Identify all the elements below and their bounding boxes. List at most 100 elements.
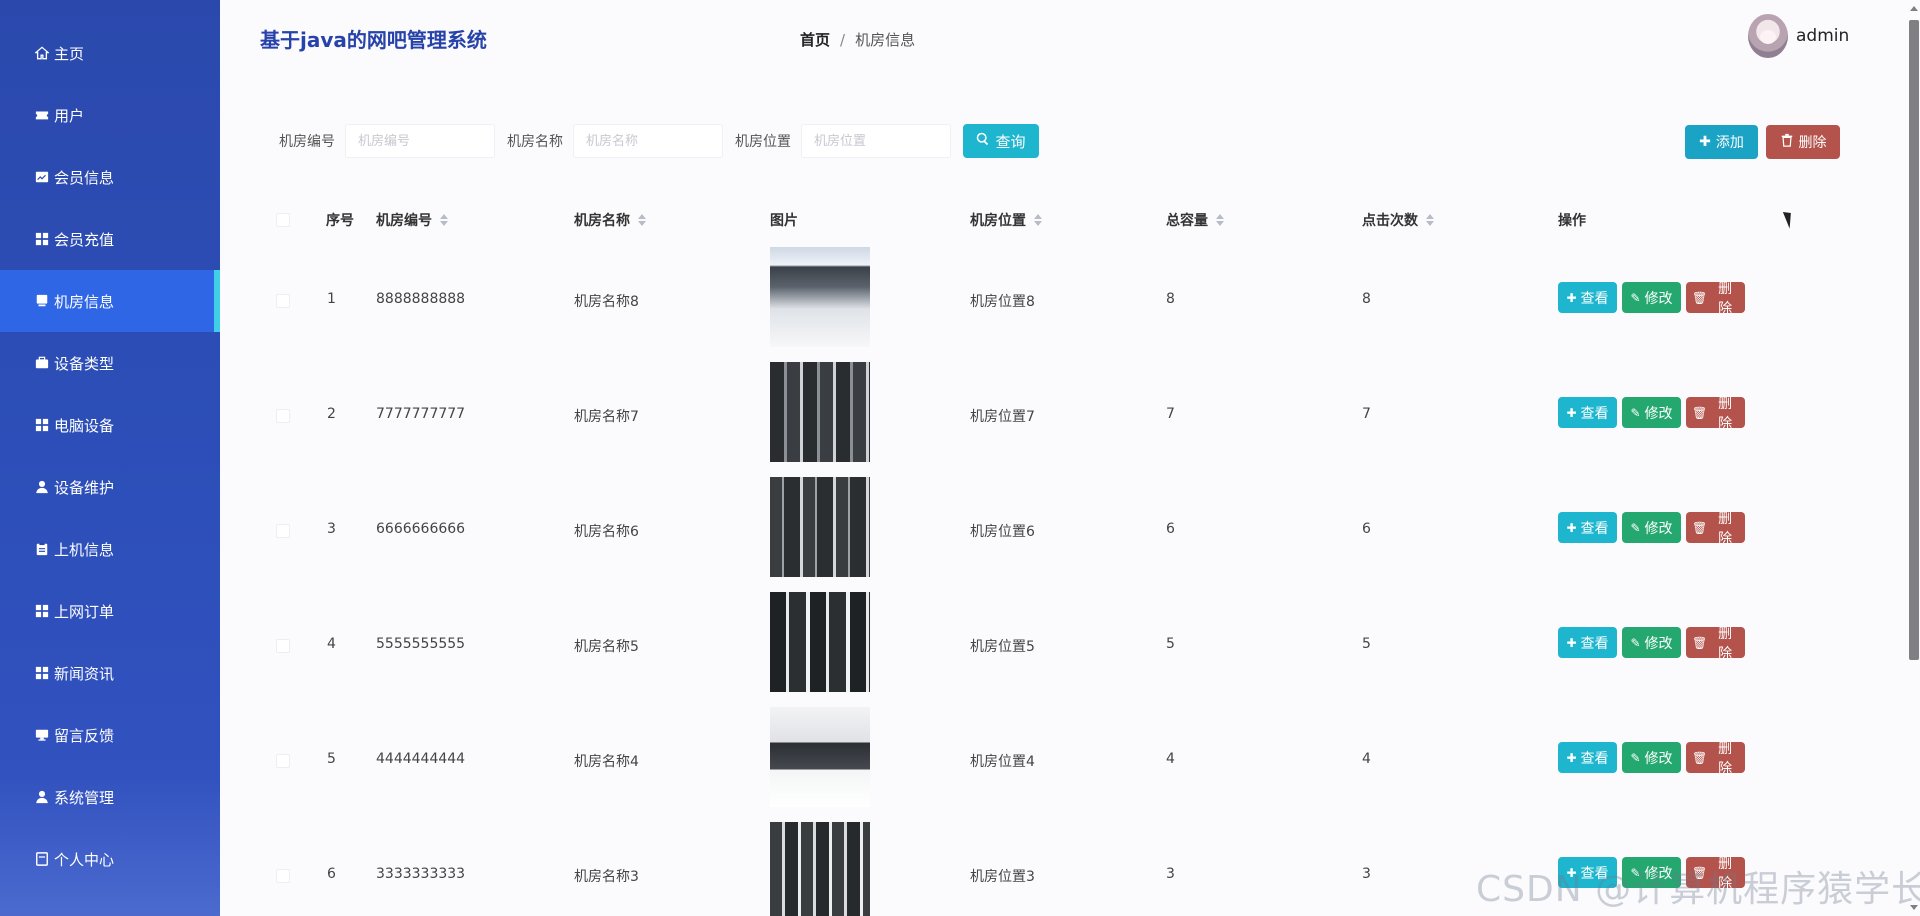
cell-location: 机房位置7	[970, 409, 1035, 425]
delete-button[interactable]: 🗑 删除	[1686, 741, 1745, 777]
edit-button[interactable]: ✎ 修改	[1622, 512, 1681, 543]
cell-location: 机房位置5	[970, 639, 1035, 655]
table-row: 5 4444444444 机房名称4 机房位置4 4 4 ✚ 查看 ✎ 修改 🗑 删除	[270, 704, 1810, 819]
user-menu[interactable]: admin	[1748, 14, 1849, 58]
sidebar-item-8[interactable]: 上机信息	[0, 518, 220, 580]
view-button[interactable]: ✚ 查看	[1558, 512, 1617, 543]
view-button[interactable]: ✚ 查看	[1558, 742, 1617, 773]
sidebar-item-4[interactable]: 机房信息	[0, 270, 220, 332]
search-button[interactable]: 查询	[963, 124, 1039, 158]
sidebar-item-label: 留言反馈	[54, 726, 115, 745]
row-checkbox[interactable]	[276, 409, 290, 423]
view-label: 查看	[1580, 405, 1609, 422]
edit-icon: ✎	[1630, 635, 1641, 650]
edit-icon: ✎	[1630, 520, 1641, 535]
cell-clicks: 4	[1362, 751, 1371, 767]
edit-button[interactable]: ✎ 修改	[1622, 282, 1681, 313]
edit-button[interactable]: ✎ 修改	[1622, 627, 1681, 658]
cell-name: 机房名称4	[574, 754, 639, 770]
room-thumbnail[interactable]	[770, 477, 870, 577]
delete-button[interactable]: 🗑 删除	[1686, 626, 1745, 662]
sort-icon[interactable]	[1034, 214, 1042, 226]
col-clicks[interactable]: 点击次数	[1362, 210, 1434, 230]
avatar[interactable]	[1748, 14, 1788, 58]
delete-button[interactable]: 🗑 删除	[1686, 396, 1745, 432]
cell-clicks: 3	[1362, 866, 1371, 882]
cell-name: 机房名称7	[574, 409, 639, 425]
cell-clicks: 6	[1362, 521, 1371, 537]
sort-icon[interactable]	[638, 214, 646, 226]
sidebar-item-6[interactable]: 电脑设备	[0, 394, 220, 456]
view-label: 查看	[1580, 750, 1609, 767]
sidebar-item-0[interactable]: 主页	[0, 22, 220, 84]
col-code[interactable]: 机房编号	[376, 210, 448, 230]
sort-icon[interactable]	[1426, 214, 1434, 226]
sidebar-item-1[interactable]: 用户	[0, 84, 220, 146]
row-checkbox[interactable]	[276, 754, 290, 768]
view-button[interactable]: ✚ 查看	[1558, 397, 1617, 428]
room-thumbnail[interactable]	[770, 247, 870, 347]
room-name-input[interactable]	[573, 124, 723, 158]
batch-delete-button[interactable]: 删除	[1766, 125, 1840, 159]
edit-label: 修改	[1644, 520, 1673, 537]
row-actions: ✚ 查看 ✎ 修改 🗑 删除	[1558, 626, 1750, 662]
select-all-checkbox[interactable]	[276, 213, 290, 227]
col-location[interactable]: 机房位置	[970, 210, 1042, 230]
room-thumbnail[interactable]	[770, 822, 870, 916]
row-checkbox[interactable]	[276, 294, 290, 308]
edit-label: 修改	[1644, 290, 1673, 307]
row-checkbox[interactable]	[276, 524, 290, 538]
sidebar-item-9[interactable]: 上网订单	[0, 580, 220, 642]
col-name-label: 机房名称	[574, 213, 630, 229]
room-location-label: 机房位置	[735, 134, 791, 150]
cell-capacity: 3	[1166, 866, 1175, 882]
username[interactable]: admin	[1796, 26, 1849, 46]
cell-capacity: 7	[1166, 406, 1175, 422]
room-thumbnail[interactable]	[770, 592, 870, 692]
room-thumbnail[interactable]	[770, 707, 870, 807]
trash-icon: 🗑	[1692, 635, 1708, 650]
sidebar-item-label: 设备类型	[54, 354, 115, 373]
room-location-input[interactable]	[801, 124, 951, 158]
cell-index: 5	[327, 751, 336, 767]
row-actions: ✚ 查看 ✎ 修改 🗑 删除	[1558, 281, 1750, 317]
room-thumbnail[interactable]	[770, 362, 870, 462]
col-ops-label: 操作	[1558, 213, 1586, 229]
row-actions: ✚ 查看 ✎ 修改 🗑 删除	[1558, 396, 1750, 432]
view-button[interactable]: ✚ 查看	[1558, 282, 1617, 313]
sidebar-item-2[interactable]: 会员信息	[0, 146, 220, 208]
edit-button[interactable]: ✎ 修改	[1622, 742, 1681, 773]
sidebar-item-12[interactable]: 系统管理	[0, 766, 220, 828]
sidebar-item-5[interactable]: 设备类型	[0, 332, 220, 394]
view-label: 查看	[1580, 520, 1609, 537]
sidebar-item-label: 主页	[54, 44, 85, 63]
sidebar-item-label: 上机信息	[54, 540, 115, 559]
vertical-scrollbar[interactable]	[1907, 0, 1920, 916]
col-capacity-label: 总容量	[1166, 213, 1208, 229]
sidebar-menu: 主页用户 会员信息 会员充值 机房信息设备类型电脑设备 设备维护上机信息上网订单 新闻资讯…	[0, 22, 220, 890]
sidebar-item-13[interactable]: 个人中心	[0, 828, 220, 890]
col-image: 图片	[770, 210, 798, 230]
sidebar-item-3[interactable]: 会员充值	[0, 208, 220, 270]
row-checkbox[interactable]	[276, 869, 290, 883]
edit-button[interactable]: ✎ 修改	[1622, 397, 1681, 428]
sidebar-item-11[interactable]: 留言反馈	[0, 704, 220, 766]
delete-button[interactable]: 🗑 删除	[1686, 281, 1745, 317]
row-checkbox[interactable]	[276, 639, 290, 653]
sidebar-item-10[interactable]: 新闻资讯	[0, 642, 220, 704]
cell-name: 机房名称6	[574, 524, 639, 540]
col-name[interactable]: 机房名称	[574, 210, 646, 230]
scroll-up-icon[interactable]	[1910, 6, 1918, 11]
view-button[interactable]: ✚ 查看	[1558, 627, 1617, 658]
plus-icon: ✚	[1566, 290, 1577, 305]
scrollbar-thumb[interactable]	[1909, 20, 1919, 660]
col-capacity[interactable]: 总容量	[1166, 210, 1224, 230]
delete-button[interactable]: 🗑 删除	[1686, 511, 1745, 547]
room-code-input[interactable]	[345, 124, 495, 158]
sidebar-item-7[interactable]: 设备维护	[0, 456, 220, 518]
cell-code: 8888888888	[376, 291, 466, 307]
breadcrumb-home[interactable]: 首页	[800, 29, 830, 50]
add-button[interactable]: ✚ 添加	[1685, 125, 1758, 159]
sort-icon[interactable]	[1216, 214, 1224, 226]
sort-icon[interactable]	[440, 214, 448, 226]
